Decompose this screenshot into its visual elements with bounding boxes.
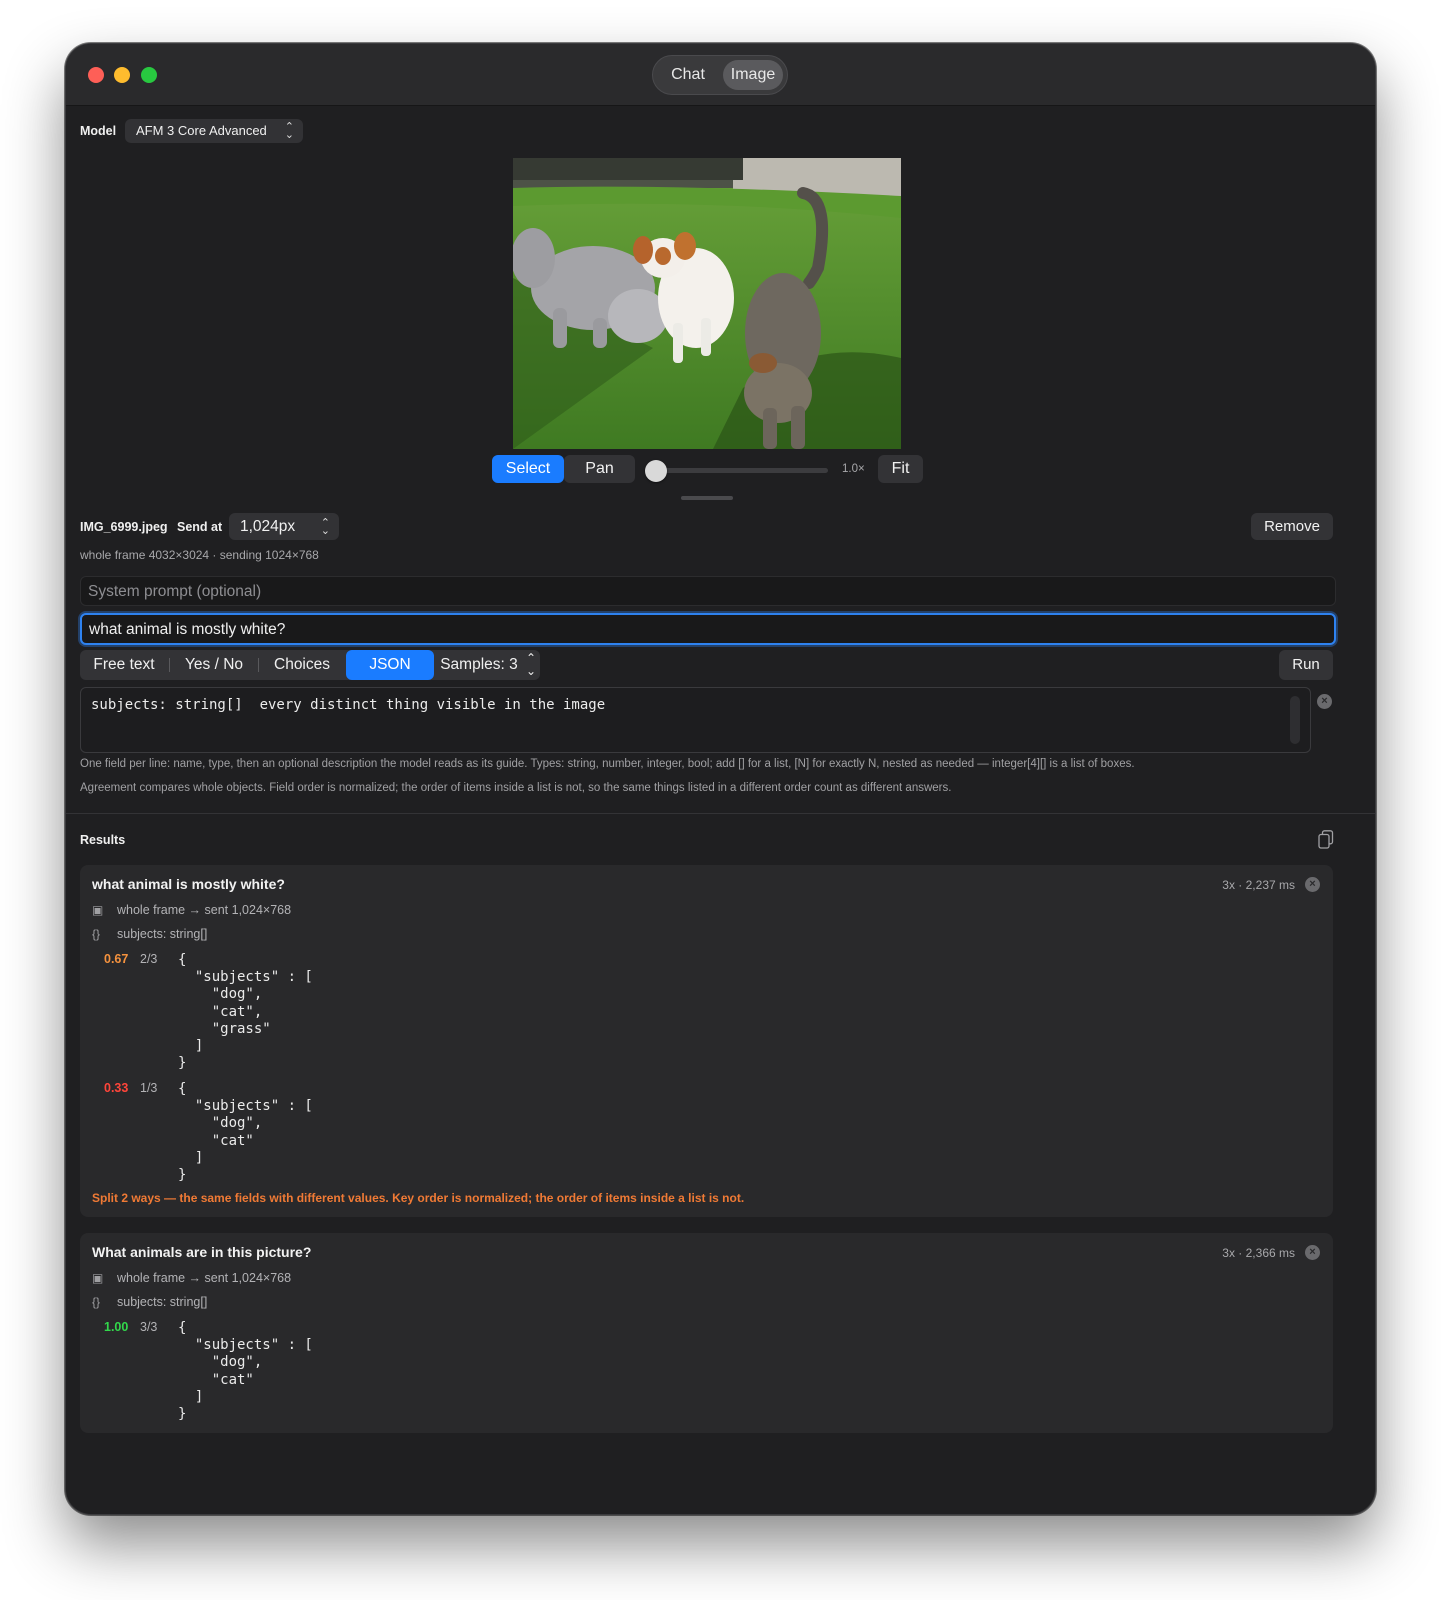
select-tool-button[interactable]: Select xyxy=(492,455,564,483)
send-at-label: Send at xyxy=(177,520,223,534)
schema-help-1: One field per line: name, type, then an … xyxy=(80,758,1135,770)
result-card: What animals are in this picture? 3x · 2… xyxy=(80,1233,1333,1433)
image-preview[interactable] xyxy=(513,158,901,449)
answer-score: 0.33 xyxy=(104,1081,129,1095)
photo-icon: ▣ xyxy=(92,903,104,917)
model-value: AFM 3 Core Advanced xyxy=(136,123,267,138)
send-at-popup[interactable]: 1,024px ⌃ ⌄ xyxy=(229,513,339,540)
result-schema: subjects: string[] xyxy=(117,1295,208,1309)
mode-segmented-control: Chat Image xyxy=(652,55,788,95)
image-filename: IMG_6999.jpeg xyxy=(80,520,168,534)
braces-icon: {} xyxy=(92,927,101,941)
result-frame-line: ▣ whole frame → sent 1,024×768 xyxy=(92,1271,291,1285)
answer-score: 1.00 xyxy=(104,1320,129,1334)
mode-free-text[interactable]: Free text xyxy=(80,650,168,680)
close-circle-icon[interactable]: × xyxy=(1305,877,1320,892)
split-warning: Split 2 ways — the same fields with diff… xyxy=(92,1191,745,1205)
result-question: what animal is mostly white? xyxy=(92,876,285,892)
app-window: Chat Image Model AFM 3 Core Advanced ⌃⌄ xyxy=(65,43,1376,1515)
mode-json[interactable]: JSON xyxy=(346,650,434,680)
zoom-slider-knob[interactable] xyxy=(645,460,667,482)
zoom-window-button[interactable] xyxy=(141,67,157,83)
result-question: What animals are in this picture? xyxy=(92,1244,312,1260)
frame-details: whole frame 4032×3024 · sending 1024×768 xyxy=(80,548,319,562)
tab-image[interactable]: Image xyxy=(723,60,783,90)
title-bar: Chat Image xyxy=(66,44,1375,106)
section-divider xyxy=(66,813,1375,814)
prompt-field[interactable]: what animal is mostly white? xyxy=(80,613,1336,645)
close-circle-icon[interactable]: × xyxy=(1305,1245,1320,1260)
tab-chat[interactable]: Chat xyxy=(659,60,717,90)
results-title: Results xyxy=(80,833,126,847)
result-frame-line: ▣ whole frame → sent 1,024×768 xyxy=(92,903,291,917)
copy-icon[interactable] xyxy=(1318,830,1334,849)
answer-score: 0.67 xyxy=(104,952,129,966)
model-label: Model xyxy=(80,124,117,138)
fit-button[interactable]: Fit xyxy=(878,455,923,483)
schema-editor[interactable]: subjects: string[] every distinct thing … xyxy=(80,687,1311,753)
result-frame: whole frame → sent 1,024×768 xyxy=(117,1271,292,1285)
pets-photo xyxy=(513,158,901,449)
zoom-level-label: 1.0× xyxy=(842,463,865,475)
answer-fraction: 1/3 xyxy=(140,1081,158,1095)
result-schema-line: {} subjects: string[] xyxy=(92,927,207,941)
result-frame: whole frame → sent 1,024×768 xyxy=(117,903,292,917)
minimize-window-button[interactable] xyxy=(114,67,130,83)
remove-image-button[interactable]: Remove xyxy=(1251,513,1333,540)
result-meta: 3x · 2,366 ms xyxy=(1222,1246,1295,1260)
answer-mode-control: Free text Yes / No Choices JSON Samples:… xyxy=(80,650,540,680)
mode-yes-no[interactable]: Yes / No xyxy=(170,650,258,680)
result-schema-line: {} subjects: string[] xyxy=(92,1295,207,1309)
result-schema: subjects: string[] xyxy=(117,927,208,941)
schema-text: subjects: string[] every distinct thing … xyxy=(91,697,606,713)
close-window-button[interactable] xyxy=(88,67,104,83)
run-button[interactable]: Run xyxy=(1279,650,1333,680)
schema-scrollbar[interactable] xyxy=(1290,696,1300,744)
photo-icon: ▣ xyxy=(92,1271,104,1285)
samples-stepper[interactable]: ⌃ ⌄ xyxy=(522,650,540,680)
result-card: what animal is mostly white? 3x · 2,237 … xyxy=(80,865,1333,1217)
answer-fraction: 2/3 xyxy=(140,952,158,966)
resize-handle[interactable] xyxy=(681,496,733,500)
answer-json: { "subjects" : [ "dog", "cat", "grass" ]… xyxy=(178,952,313,1072)
zoom-slider[interactable] xyxy=(656,468,828,473)
schema-help-2: Agreement compares whole objects. Field … xyxy=(80,782,952,794)
up-down-chevron-icon: ⌃ ⌄ xyxy=(284,121,294,141)
send-at-value: 1,024px xyxy=(240,518,296,535)
clear-schema-icon[interactable]: × xyxy=(1317,694,1332,709)
mode-choices[interactable]: Choices xyxy=(259,650,345,680)
model-popup[interactable]: AFM 3 Core Advanced ⌃ ⌄ xyxy=(125,119,303,143)
pan-tool-button[interactable]: Pan xyxy=(564,455,635,483)
answer-json: { "subjects" : [ "dog", "cat" ] } xyxy=(178,1320,313,1423)
up-down-chevron-icon: ⌃ ⌄ xyxy=(320,516,330,537)
system-prompt-field[interactable]: System prompt (optional) xyxy=(80,576,1336,606)
answer-fraction: 3/3 xyxy=(140,1320,158,1334)
answer-json: { "subjects" : [ "dog", "cat" ] } xyxy=(178,1081,313,1184)
braces-icon: {} xyxy=(92,1295,101,1309)
result-meta: 3x · 2,237 ms xyxy=(1222,878,1295,892)
samples-label: Samples: 3 xyxy=(440,656,518,673)
